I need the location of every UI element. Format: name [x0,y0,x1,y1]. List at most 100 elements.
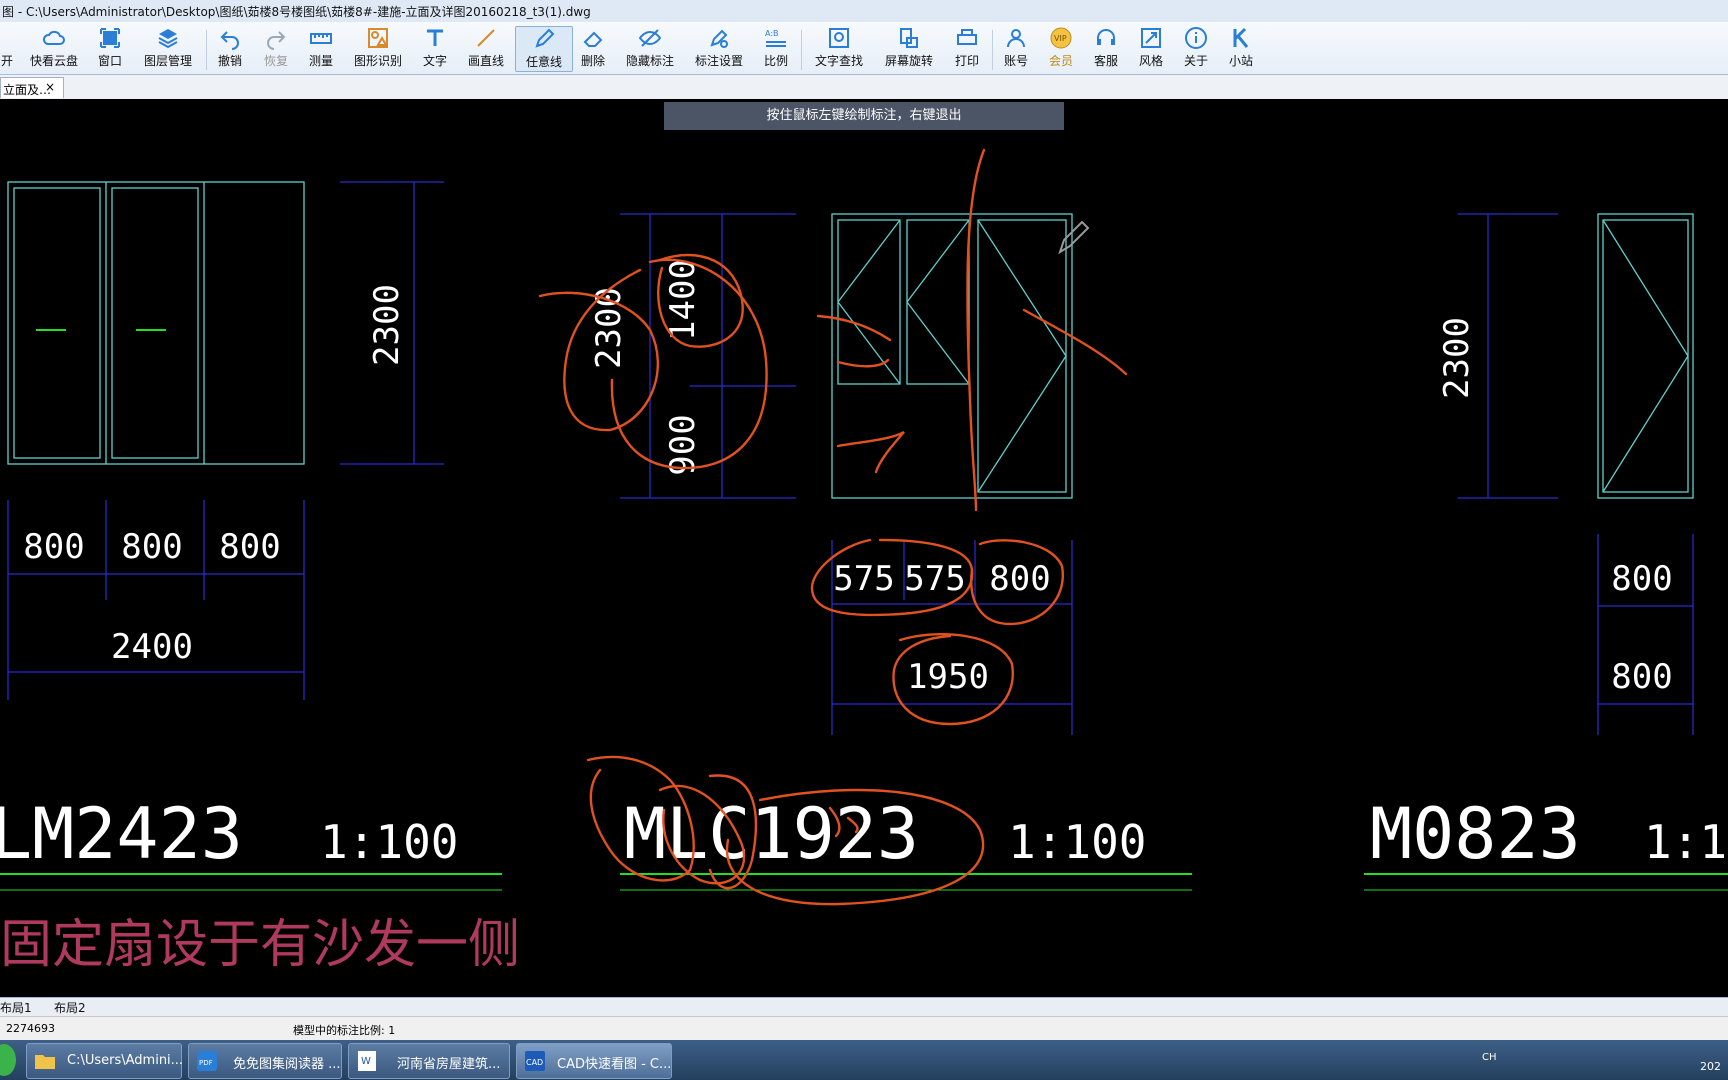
eraser-icon [583,31,603,47]
undo-button[interactable]: 撤销 [216,26,244,70]
svg-text:PDF: PDF [199,1059,213,1067]
text-search-button[interactable]: 文字查找 [812,26,866,70]
layer-manager-button[interactable]: 图层管理 [141,26,195,70]
taskbar-item-word[interactable]: W 河南省房屋建筑... [348,1043,510,1079]
user-icon [1007,29,1025,48]
taskbar-item-pdf[interactable]: PDF 免免图集阅读器 ... [188,1043,342,1079]
cloud-icon [42,30,65,45]
cad-icon: CAD [525,1051,545,1071]
about-button[interactable]: 关于 [1182,26,1210,70]
document-tab-label: 立面及… [3,83,52,97]
open-button[interactable]: 开 [0,26,14,70]
ruler-icon [310,33,332,44]
annotation-gear-icon [710,29,728,48]
line-icon [477,29,495,47]
pdf-icon: PDF [197,1051,217,1071]
drawing-label: LM2423 [0,793,243,875]
taskbar: C:\Users\Admini... PDF 免免图集阅读器 ... W 河南省房屋… [0,1040,1728,1080]
dimension-text: 1400 [663,259,703,341]
svg-text:W: W [361,1056,371,1067]
window-title: 图 - C:\Users\Administrator\Desktop\图纸\茹楼… [2,5,591,19]
draw-line-button[interactable]: 画直线 [466,26,506,70]
undo-icon [220,31,239,50]
dimension-text: 800 [219,527,280,567]
window-icon [100,28,120,48]
dimension-text: 2300 [1437,317,1477,399]
delete-button[interactable]: 删除 [579,26,607,70]
svg-text:VIP: VIP [1054,34,1067,43]
window-elevation-mlc1923 [831,213,1073,499]
shape-recognition-button[interactable]: 图形识别 [352,26,404,70]
folder-icon [35,1055,55,1069]
dimension-text: 800 [23,527,84,567]
layout-tab[interactable]: 布局1 [0,999,32,1016]
scale-icon: A:B [765,29,786,47]
svg-text:CAD: CAD [526,1058,543,1067]
hide-annotation-button[interactable]: 隐藏标注 [624,26,676,70]
window-button[interactable]: 窗口 [94,26,126,70]
pen-cursor-icon [1058,220,1090,255]
freehand-line-button[interactable]: 任意线 [515,26,573,72]
coordinate-readout: 2274693 [6,1022,55,1035]
dimension-text: 2300 [367,284,407,366]
site-button[interactable]: 小站 [1227,26,1255,70]
print-button[interactable]: 打印 [953,26,981,70]
printer-icon [957,29,977,45]
scale-label: 1:100 [1008,815,1146,869]
dimension-text: 800 [121,527,182,567]
dimension-lines [7,181,444,700]
eye-off-icon [638,29,662,47]
drawing-hint: 按住鼠标左键绘制标注，右键退出 [664,102,1064,130]
customer-service-button[interactable]: 客服 [1092,26,1120,70]
drawing-label: M0823 [1370,793,1581,875]
redo-icon [267,31,286,50]
dimension-text: 575 [833,559,894,599]
rotate-icon [900,28,918,48]
text-search-icon [829,28,849,48]
layers-icon [158,29,178,49]
annotation-settings-button[interactable]: 标注设置 [693,26,745,70]
scale-label: 1:100 [320,815,458,869]
document-tab[interactable]: 立面及… × [0,77,64,98]
style-icon [1141,28,1161,48]
drawing-note: 固定扇设于有沙发一侧 [0,915,520,975]
word-icon: W [358,1051,376,1071]
freehand-markup [538,148,1128,906]
redo-button[interactable]: 恢复 [262,26,290,70]
account-button[interactable]: 账号 [1002,26,1030,70]
toolbar-separator [992,30,993,70]
input-language[interactable]: CH [1482,1052,1497,1063]
taskbar-item-explorer[interactable]: C:\Users\Admini... [26,1043,183,1079]
scale-button[interactable]: A:B 比例 [762,26,790,70]
tab-close-icon[interactable]: × [45,80,55,94]
pen-icon [535,28,555,48]
text-button[interactable]: 文字 [421,26,449,70]
scale-label: 1:10 [1644,815,1728,869]
dimension-text: 575 [904,559,965,599]
k-logo-icon [1233,27,1249,48]
vip-icon: VIP [1050,27,1072,49]
style-button[interactable]: 风格 [1137,26,1165,70]
shapes-icon [368,28,388,48]
cloud-disk-button[interactable]: 快看云盘 [26,26,82,70]
door-elevation-m0823 [1597,213,1694,499]
start-icon[interactable] [0,1044,16,1076]
vip-button[interactable]: VIP 会员 [1047,26,1075,70]
clock: 202 [1700,1060,1721,1073]
dimension-text: 1950 [907,657,989,697]
svg-text:A:B: A:B [765,29,779,38]
scale-readout: 模型中的标注比例: 1 [293,1024,396,1037]
toolbar-separator [801,30,802,70]
document-tab-bar: 立面及… × [0,75,1728,100]
info-icon [1185,27,1207,49]
door-elevation-lm2423 [7,181,305,465]
headset-icon [1097,29,1115,45]
taskbar-item-cad[interactable]: CAD CAD快速看图 - C... [516,1043,672,1079]
drawing-label: MLC1923 [624,793,919,875]
dimension-text: 800 [1611,559,1672,599]
main-toolbar: 开 快看云盘 窗口 图层管理 撤销 恢复 测量 图形识别 文字 画直线 任意线 … [0,22,1728,75]
measure-button[interactable]: 测量 [307,26,335,70]
cad-drawing: 2300 800 800 800 2400 2300 1400 900 575 … [0,148,1728,975]
screen-rotate-button[interactable]: 屏幕旋转 [883,26,935,70]
layout-tab[interactable]: 布局2 [54,999,86,1016]
